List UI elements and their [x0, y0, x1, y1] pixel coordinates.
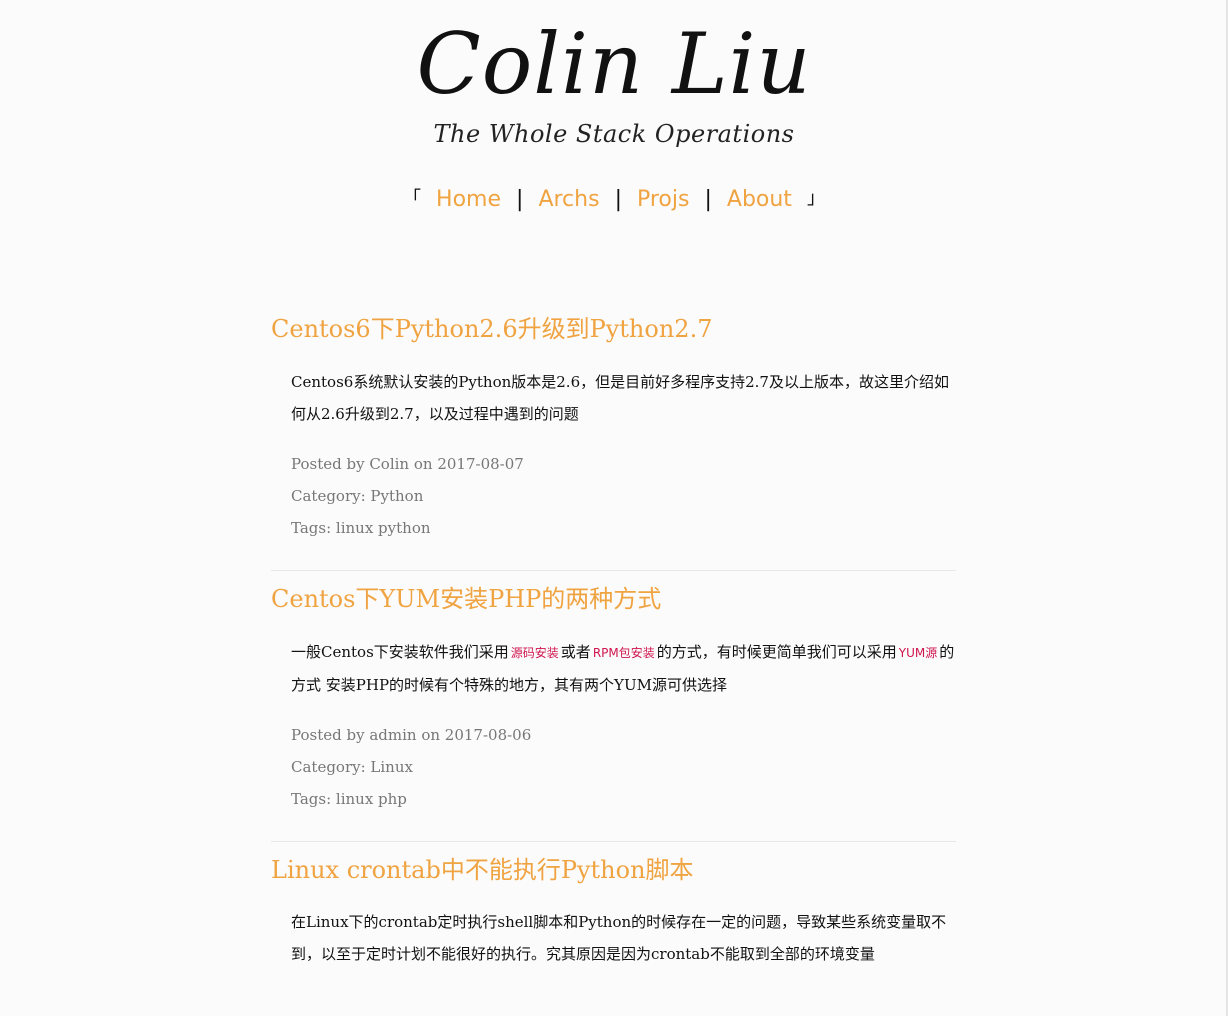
- summary-text: 一般Centos下安装软件我们采用: [291, 642, 509, 661]
- post-summary: 一般Centos下安装软件我们采用 源码安装 或者 RPM包安装 的方式，有时候更简单我…: [291, 636, 956, 701]
- summary-text: 的方式，有时候更简单我们可以采用: [656, 642, 897, 661]
- post-summary: 在Linux下的crontab定时执行shell脚本和Python的时候存在一定…: [291, 913, 947, 964]
- post-category[interactable]: Category: Python: [291, 480, 956, 512]
- nav-separator: |: [516, 187, 524, 212]
- post-list: Centos6下Python2.6升级到Python2.7 Centos6系统默…: [271, 305, 956, 1010]
- main-nav: 「 Home | Archs | Projs | About 」: [0, 184, 1228, 212]
- post-tags[interactable]: Tags: linux python: [291, 512, 956, 544]
- inline-code: 源码安装: [510, 645, 559, 660]
- nav-close-bracket: 」: [806, 188, 825, 209]
- nav-separator: |: [614, 187, 622, 212]
- post-meta: Posted by admin on 2017-08-06 Category: …: [291, 719, 956, 815]
- post-item: Centos下YUM安装PHP的两种方式 一般Centos下安装软件我们采用 源码…: [271, 585, 956, 842]
- post-tags[interactable]: Tags: linux php: [291, 783, 956, 815]
- summary-text: 或者: [560, 642, 591, 661]
- nav-item-about[interactable]: About: [727, 187, 792, 212]
- nav-item-archs[interactable]: Archs: [538, 187, 599, 212]
- post-title-link[interactable]: Centos下YUM安装PHP的两种方式: [271, 585, 956, 614]
- post-meta: Posted by Colin on 2017-08-07 Category: …: [291, 448, 956, 544]
- post-author-date: Posted by Colin on 2017-08-07: [291, 454, 524, 473]
- site-header: Colin Liu The Whole Stack Operations 「 H…: [0, 0, 1228, 212]
- site-subtitle: The Whole Stack Operations: [433, 120, 795, 148]
- post-category[interactable]: Category: Linux: [291, 751, 956, 783]
- inline-code: YUM源: [898, 645, 938, 660]
- inline-code: RPM包安装: [592, 645, 655, 660]
- nav-item-projs[interactable]: Projs: [637, 187, 689, 212]
- post-title-link[interactable]: Centos6下Python2.6升级到Python2.7: [271, 315, 956, 344]
- nav-open-bracket: 「: [403, 188, 422, 209]
- post-item: Centos6下Python2.6升级到Python2.7 Centos6系统默…: [271, 315, 956, 571]
- post-summary: Centos6系统默认安装的Python版本是2.6，但是目前好多程序支持2.7…: [291, 372, 949, 423]
- site-title[interactable]: Colin Liu: [0, 22, 1228, 106]
- post-title-link[interactable]: Linux crontab中不能执行Python脚本: [271, 856, 956, 885]
- post-author-date: Posted by admin on 2017-08-06: [291, 725, 532, 744]
- post-item: Linux crontab中不能执行Python脚本 在Linux下的cront…: [271, 856, 956, 997]
- nav-item-home[interactable]: Home: [436, 187, 501, 212]
- nav-separator: |: [704, 187, 712, 212]
